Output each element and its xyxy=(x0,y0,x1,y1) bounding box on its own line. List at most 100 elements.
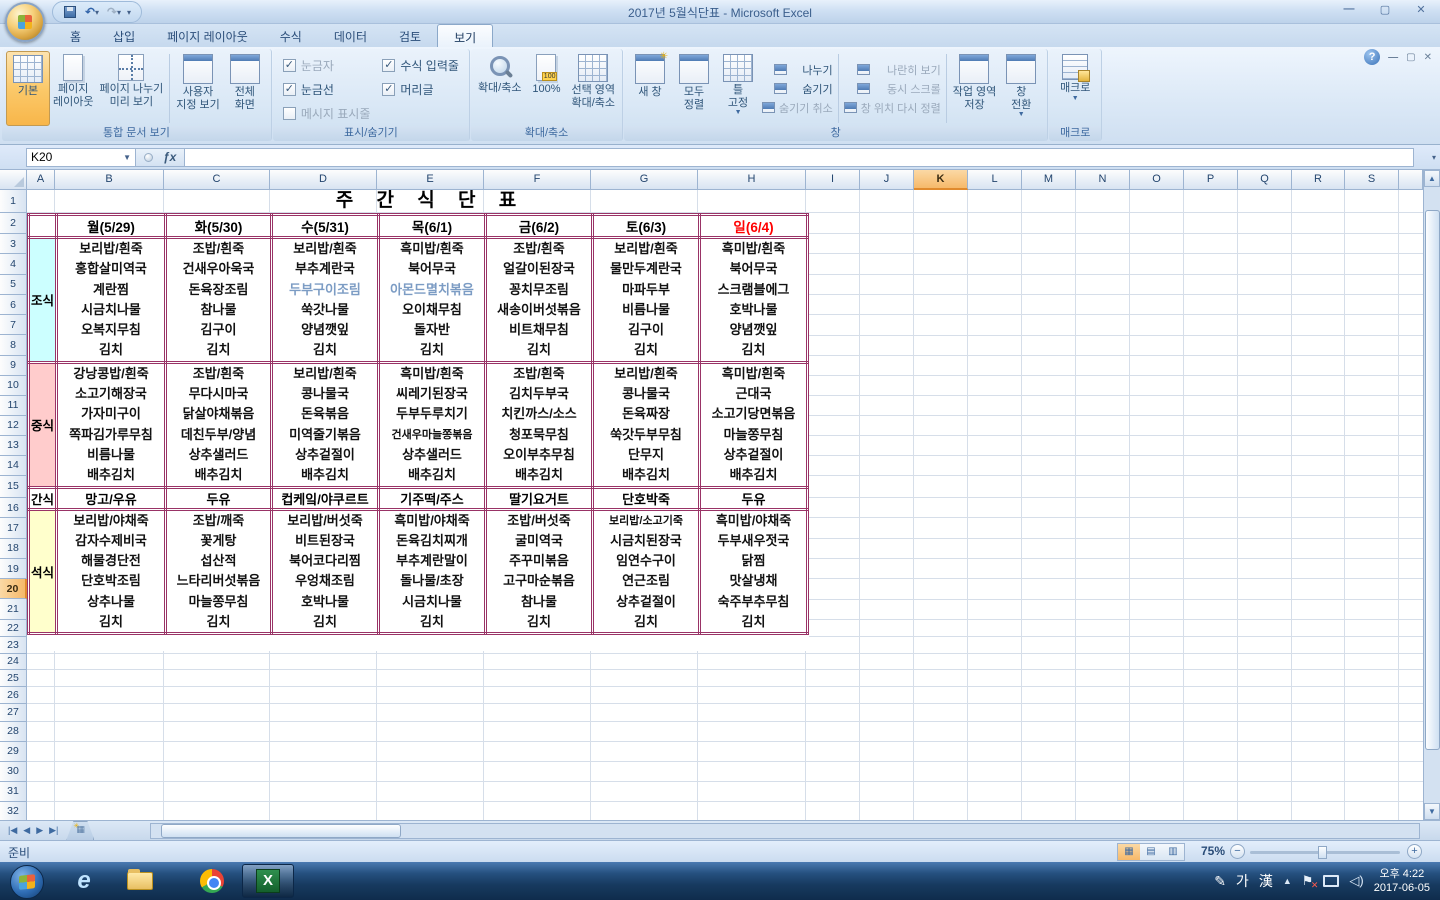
horizontal-scrollbar[interactable] xyxy=(150,823,1420,839)
row-header-17[interactable]: 17 xyxy=(0,518,27,539)
ime-language-icon[interactable]: ✎ xyxy=(1214,873,1226,890)
row-header-1[interactable]: 1 xyxy=(0,190,27,213)
column-header-S[interactable]: S xyxy=(1345,170,1399,190)
day-header-cell[interactable]: 목(6/1) xyxy=(377,213,487,239)
snack-cell[interactable]: 기주떡/주스 xyxy=(377,485,487,511)
row-header-5[interactable]: 5 xyxy=(0,274,27,295)
menu-cell[interactable]: 흑미밥/야채죽 두부새우젓국 닭찜 맛살냉채 숙주부추무침 김치 xyxy=(698,507,809,636)
day-header-cell[interactable]: 수(5/31) xyxy=(270,213,380,239)
row-header-7[interactable]: 7 xyxy=(0,315,27,336)
column-header-R[interactable]: R xyxy=(1292,170,1345,190)
snack-cell[interactable]: 망고/우유 xyxy=(55,485,167,511)
ribbon-tab-삽입[interactable]: 삽입 xyxy=(97,24,151,47)
taskbar-excel-button[interactable]: X xyxy=(242,864,294,898)
section-label-cell[interactable]: 중식 xyxy=(27,360,58,489)
column-header-D[interactable]: D xyxy=(270,170,377,190)
row-header-27[interactable]: 27 xyxy=(0,703,27,722)
scroll-down-icon[interactable]: ▼ xyxy=(1424,803,1440,820)
column-header-N[interactable]: N xyxy=(1076,170,1130,190)
page-break-preview-button[interactable]: 페이지 나누기 미리 보기 xyxy=(96,51,166,126)
row-header-9[interactable]: 9 xyxy=(0,355,27,376)
menu-cell[interactable]: 조밥/흰죽 김치두부국 치킨까스/소스 청포묵무침 오이부추무침 배추김치 xyxy=(484,360,594,489)
corner-label-cell[interactable] xyxy=(27,213,58,239)
column-headers[interactable]: ABCDEFGHIJKLMNOPQRS xyxy=(0,170,1423,190)
workbook-minimize-button[interactable]: — xyxy=(1388,52,1398,63)
ribbon-small-나란히 보기[interactable]: 나란히 보기 xyxy=(844,62,941,78)
row-header-23[interactable]: 23 xyxy=(0,636,27,654)
column-header-C[interactable]: C xyxy=(164,170,270,190)
freeze-panes-button[interactable]: 틀 고정 ▼ xyxy=(716,51,760,126)
day-header-cell[interactable]: 화(5/30) xyxy=(164,213,273,239)
menu-cell[interactable]: 보리밥/야채죽 감자수제비국 해물경단전 단호박조림 상추나물 김치 xyxy=(55,507,167,636)
menu-cell[interactable]: 보리밥/소고기죽 시금치된장국 임연수구이 연근조림 상추겉절이 김치 xyxy=(591,507,701,636)
row-header-20[interactable]: 20 xyxy=(0,579,27,600)
row-header-3[interactable]: 3 xyxy=(0,234,27,255)
menu-cell[interactable]: 조밥/버섯죽 굴미역국 주꾸미볶음 고구마순볶음 참나물 김치 xyxy=(484,507,594,636)
row-header-11[interactable]: 11 xyxy=(0,395,27,416)
ribbon-small-동시 스크롤[interactable]: 동시 스크롤 xyxy=(844,81,941,97)
row-header-16[interactable]: 16 xyxy=(0,497,27,519)
checkbox-메시지 표시줄[interactable]: 메시지 표시줄 xyxy=(282,105,370,122)
day-header-cell[interactable]: 토(6/3) xyxy=(591,213,701,239)
column-header-I[interactable]: I xyxy=(806,170,860,190)
menu-cell[interactable]: 보리밥/흰죽 물만두계란국 마파두부 비름나물 김구이 김치 xyxy=(591,236,701,364)
row-headers[interactable]: 1 2 3 4 5 6 7 8 9 10 11 12 13 14 15 16 17 18 19 20 21 22 23 24 2… xyxy=(0,190,27,822)
column-header-L[interactable]: L xyxy=(968,170,1022,190)
row-header-24[interactable]: 24 xyxy=(0,653,27,671)
menu-cell[interactable]: 흑미밥/야채죽 돈육김치찌개 부추계란말이 돌나물/초장 시금치나물 김치 xyxy=(377,507,487,636)
row-header-19[interactable]: 19 xyxy=(0,558,27,580)
ribbon-tab-수식[interactable]: 수식 xyxy=(264,24,318,47)
network-icon[interactable] xyxy=(1323,875,1340,887)
speaker-icon[interactable]: ◁) xyxy=(1349,873,1363,889)
page-layout-view-button[interactable]: 페이지 레이아웃 xyxy=(50,51,96,126)
column-header-Q[interactable]: Q xyxy=(1238,170,1292,190)
macros-button[interactable]: 매크로 ▼ xyxy=(1053,51,1097,126)
menu-cell[interactable]: 보리밥/흰죽 부추계란국 두부구이조림 쑥갓나물 양념깻잎 김치 xyxy=(270,236,380,364)
menu-cell[interactable]: 조밥/깨죽 꽃게탕 섭산적 느타리버섯볶음 마늘쫑무침 김치 xyxy=(164,507,273,636)
ribbon-small-숨기기[interactable]: 숨기기 xyxy=(762,81,833,97)
menu-cell[interactable]: 보리밥/흰죽 콩나물국 돈육볶음 미역줄기볶음 상추겉절이 배추김치 xyxy=(270,360,380,489)
new-window-button[interactable]: 새 창 xyxy=(628,51,672,126)
cells-grid[interactable]: 주 간 식 단 표 월(5/29) 화(5/30) 수(5/31) 목(6/1) 금(6… xyxy=(27,190,1423,820)
full-screen-button[interactable]: 전체 화면 xyxy=(223,51,267,126)
row-header-13[interactable]: 13 xyxy=(0,435,27,456)
column-header-F[interactable]: F xyxy=(484,170,591,190)
save-workspace-button[interactable]: 작업 영역 저장 xyxy=(950,51,1000,126)
scroll-up-icon[interactable]: ▲ xyxy=(1424,170,1440,187)
snack-cell[interactable]: 두유 xyxy=(698,485,809,511)
name-box[interactable]: K20 ▼ xyxy=(26,147,136,167)
menu-cell[interactable]: 조밥/흰죽 얼갈이된장국 꽁치무조림 새송이버섯볶음 비트채무침 김치 xyxy=(484,236,594,364)
page-layout-icon[interactable]: ▤ xyxy=(1140,844,1162,860)
expand-formula-bar-icon[interactable]: ▾ xyxy=(1428,153,1440,162)
ribbon-tab-홈[interactable]: 홈 xyxy=(54,24,97,47)
ribbon-small-숨기기 취소[interactable]: 숨기기 취소 xyxy=(762,100,833,116)
column-header-B[interactable]: B xyxy=(55,170,164,190)
formula-input[interactable] xyxy=(185,147,1414,167)
ribbon-tab-보기[interactable]: 보기 xyxy=(437,24,494,47)
row-header-22[interactable]: 22 xyxy=(0,619,27,637)
action-center-flag-icon[interactable]: ⚑ xyxy=(1302,873,1318,891)
row-header-6[interactable]: 6 xyxy=(0,294,27,316)
column-header-H[interactable]: H xyxy=(698,170,806,190)
row-header-12[interactable]: 12 xyxy=(0,415,27,436)
snack-cell[interactable]: 단호박죽 xyxy=(591,485,701,511)
row-header-18[interactable]: 18 xyxy=(0,538,27,559)
zoom-slider-thumb[interactable] xyxy=(1318,846,1327,859)
column-header-J[interactable]: J xyxy=(860,170,914,190)
fx-icon[interactable]: ƒx xyxy=(163,150,176,164)
horizontal-scroll-thumb[interactable] xyxy=(161,824,402,838)
row-header-30[interactable]: 30 xyxy=(0,761,27,782)
next-sheet-icon[interactable]: ▶ xyxy=(36,825,43,836)
checkbox-머리글[interactable]: ✓ 머리글 xyxy=(382,81,459,98)
row-header-21[interactable]: 21 xyxy=(0,599,27,620)
menu-cell[interactable]: 보리밥/버섯죽 비트된장국 북어코다리찜 우엉채조림 호박나물 김치 xyxy=(270,507,380,636)
ribbon-tab-페이지 레이아웃[interactable]: 페이지 레이아웃 xyxy=(151,24,264,47)
row-header-28[interactable]: 28 xyxy=(0,721,27,742)
custom-views-button[interactable]: 사용자 지정 보기 xyxy=(173,51,223,126)
column-header-A[interactable]: A xyxy=(27,170,55,190)
normal-view-button[interactable]: 기본 xyxy=(6,51,50,126)
row-header-29[interactable]: 29 xyxy=(0,741,27,762)
taskbar-chrome-button[interactable] xyxy=(186,864,238,898)
taskbar-explorer-button[interactable] xyxy=(114,864,166,898)
row-header-14[interactable]: 14 xyxy=(0,455,27,476)
